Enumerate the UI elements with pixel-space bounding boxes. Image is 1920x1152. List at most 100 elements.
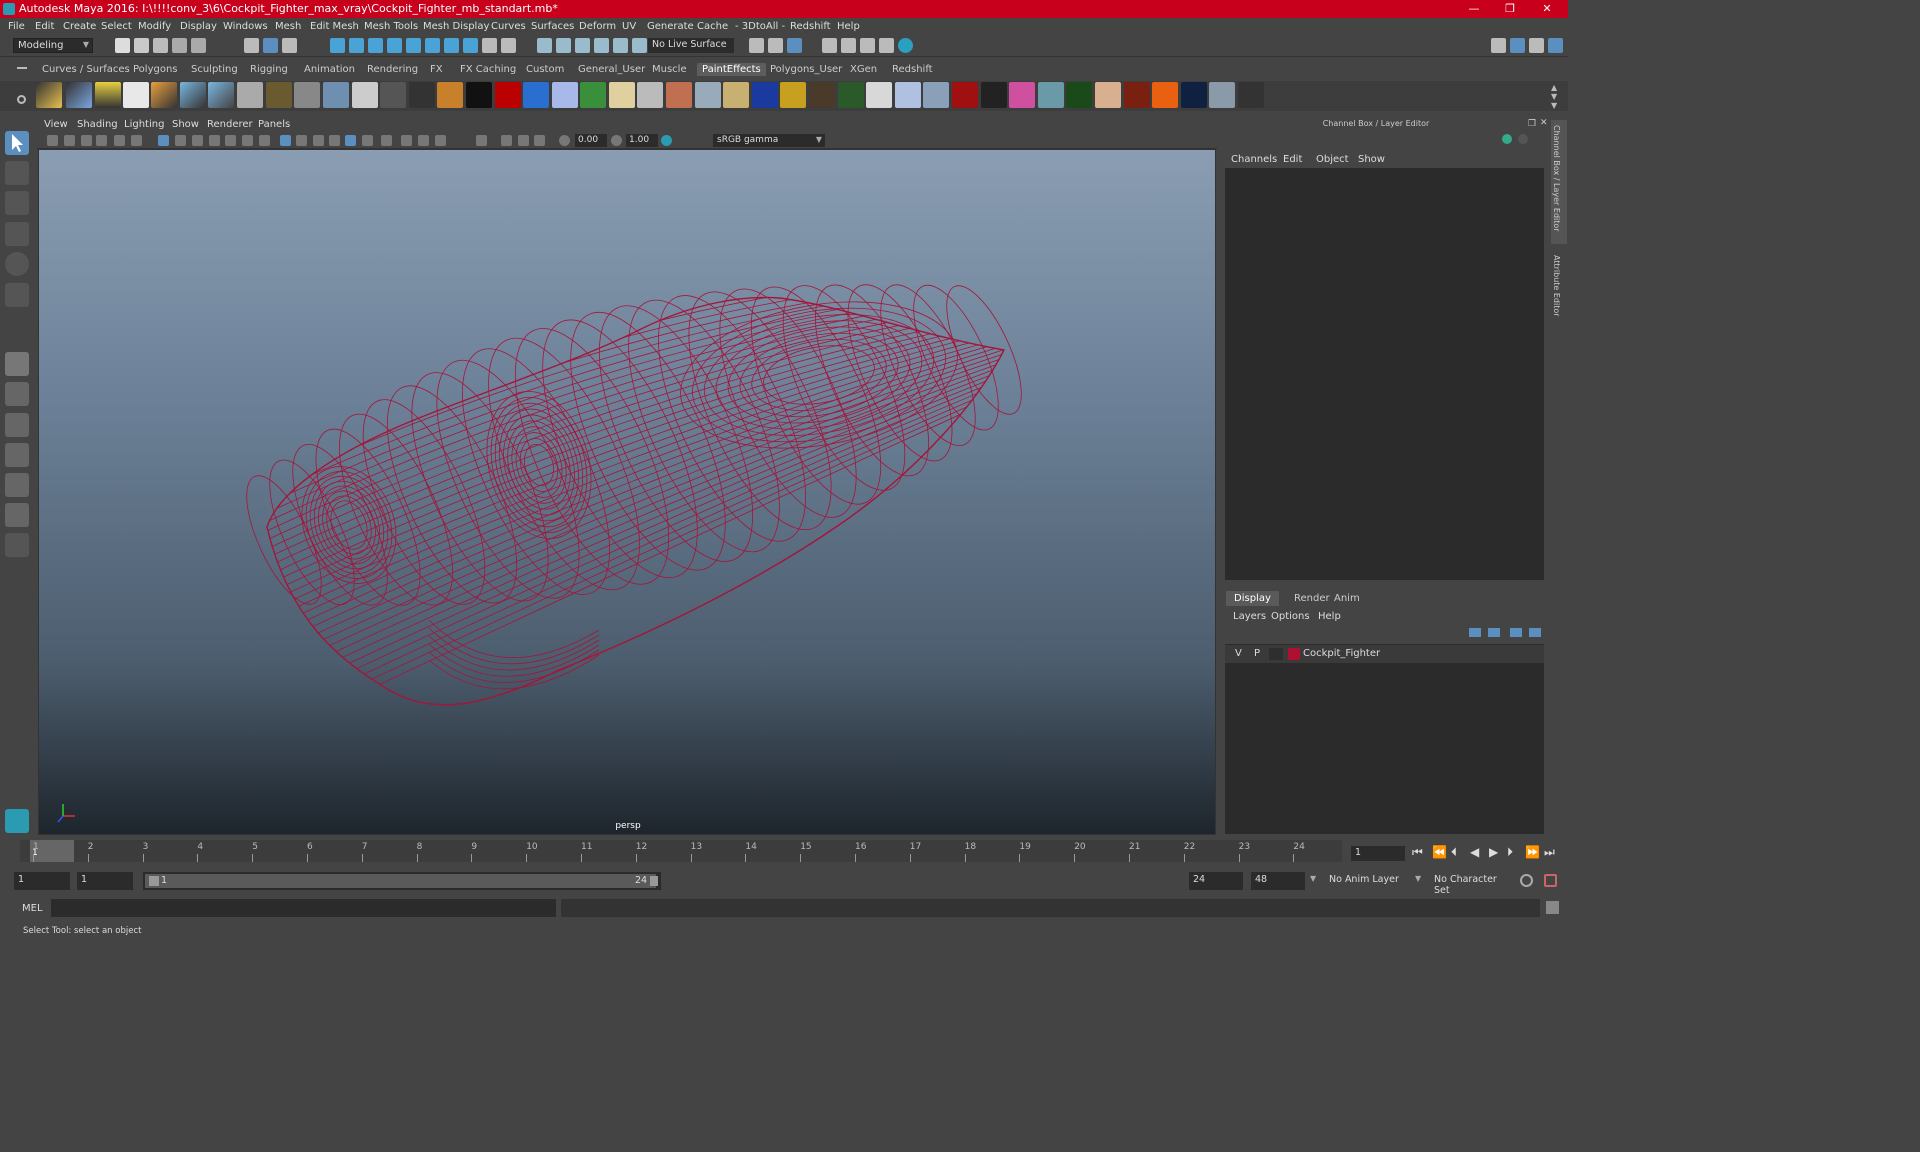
- color-space-dropdown[interactable]: sRGB gamma ▼: [713, 134, 825, 147]
- preset-clouds-icon[interactable]: [1209, 82, 1235, 108]
- grid-icon[interactable]: [158, 135, 169, 146]
- anim-prefs-icon[interactable]: [1544, 874, 1557, 887]
- shelf-tab-fx-caching[interactable]: FX Caching: [455, 63, 521, 76]
- snap-grid-icon[interactable]: [537, 38, 552, 53]
- shelf-tab-curves-surfaces[interactable]: Curves / Surfaces: [37, 63, 135, 76]
- vp-menu-lighting[interactable]: Lighting: [124, 119, 164, 130]
- marker-mask-icon[interactable]: [425, 38, 440, 53]
- new-layer-icon[interactable]: [1510, 628, 1522, 637]
- layer-name[interactable]: Cockpit_Fighter: [1303, 648, 1380, 659]
- shelf-scroll-icon[interactable]: ▲ ▼ ▼: [1551, 83, 1557, 110]
- wireframe-icon[interactable]: [280, 135, 291, 146]
- ambient-occlusion-icon[interactable]: [381, 135, 392, 146]
- vp-menu-view[interactable]: View: [44, 119, 68, 130]
- layer-playback-toggle[interactable]: P: [1254, 648, 1260, 659]
- lasso-tool-icon[interactable]: [5, 161, 29, 185]
- pick-mask-icon[interactable]: [330, 38, 345, 53]
- live-surface-field[interactable]: No Live Surface: [648, 38, 734, 53]
- render-settings-icon[interactable]: [860, 38, 875, 53]
- more-layouts-icon[interactable]: [5, 533, 29, 557]
- shadows-icon[interactable]: [362, 135, 373, 146]
- shelf-tab-rendering[interactable]: Rendering: [362, 63, 423, 76]
- wireframe-on-shaded-icon[interactable]: [313, 135, 324, 146]
- preset-noise-icon[interactable]: [637, 82, 663, 108]
- preset-blue-stroke-icon[interactable]: [523, 82, 549, 108]
- preset-ink-icon[interactable]: [466, 82, 492, 108]
- step-forward-key-icon[interactable]: ⏵: [1507, 845, 1513, 860]
- options-menu[interactable]: Options: [1271, 611, 1310, 622]
- highlight-icon[interactable]: [501, 38, 516, 53]
- image-plane-icon[interactable]: [96, 135, 107, 146]
- camera-attrs-icon[interactable]: [64, 135, 75, 146]
- float-panel-icon[interactable]: ❐: [1528, 119, 1536, 129]
- speed-icon[interactable]: [1518, 134, 1528, 144]
- new-scene-icon[interactable]: [115, 38, 130, 53]
- preset-texture-icon[interactable]: [266, 82, 292, 108]
- snap-curve-icon[interactable]: [556, 38, 571, 53]
- redo-icon[interactable]: [191, 38, 206, 53]
- anim-start-field[interactable]: 1: [14, 872, 70, 890]
- select-tool-icon[interactable]: [5, 131, 29, 155]
- menu-uv[interactable]: UV: [622, 21, 636, 32]
- paint-brush-4-icon[interactable]: [180, 82, 206, 108]
- menu-help[interactable]: Help: [837, 21, 860, 32]
- gamma-icon[interactable]: [611, 135, 622, 146]
- vp-menu-renderer[interactable]: Renderer: [207, 119, 253, 130]
- snap-magnet-icon[interactable]: [632, 38, 647, 53]
- close-panel-icon[interactable]: ✕: [1540, 118, 1548, 128]
- side-tab-channel-box[interactable]: Channel Box / Layer Editor: [1552, 125, 1561, 232]
- go-to-start-icon[interactable]: ⏮: [1412, 845, 1423, 860]
- preset-stars-icon[interactable]: [981, 82, 1007, 108]
- four-view-layout-icon[interactable]: [5, 382, 29, 406]
- shelf-tab-polygons[interactable]: Polygons: [128, 63, 183, 76]
- shelf-tab-animation[interactable]: Animation: [299, 63, 360, 76]
- preset-red-icon[interactable]: [495, 82, 521, 108]
- preset-hair-icon[interactable]: [409, 82, 435, 108]
- anim-end-field[interactable]: 48: [1251, 872, 1305, 890]
- menu-mesh-tools[interactable]: Mesh Tools: [364, 21, 418, 32]
- shelf-tab-painteffects[interactable]: PaintEffects: [697, 63, 766, 76]
- menu-edit[interactable]: Edit: [35, 21, 54, 32]
- wireframe-model[interactable]: [39, 150, 1216, 835]
- side-tab-attribute-editor[interactable]: Attribute Editor: [1552, 255, 1561, 317]
- preset-flower-icon[interactable]: [323, 82, 349, 108]
- paint-brush-icon[interactable]: [36, 82, 62, 108]
- play-backward-icon[interactable]: ◀: [1470, 845, 1479, 859]
- menu-surfaces[interactable]: Surfaces: [531, 21, 574, 32]
- preset-grass-icon[interactable]: [380, 82, 406, 108]
- layer-color-swatch[interactable]: [1288, 648, 1300, 660]
- joint-mask-icon[interactable]: [406, 38, 421, 53]
- layer-tab-anim[interactable]: Anim: [1326, 591, 1368, 606]
- template-brush-icon[interactable]: [123, 82, 149, 108]
- character-set-dropdown[interactable]: No Character Set ▼: [1415, 872, 1514, 896]
- menu-redshift[interactable]: Redshift: [790, 21, 831, 32]
- preset-hand-icon[interactable]: [1095, 82, 1121, 108]
- outliner-persp-layout-icon[interactable]: [5, 413, 29, 437]
- render-frame-icon[interactable]: [822, 38, 837, 53]
- shelf-tab-xgen[interactable]: XGen: [845, 63, 882, 76]
- construction-history-icon[interactable]: [768, 38, 783, 53]
- menu-generate[interactable]: Generate: [647, 21, 694, 32]
- hypershade-persp-layout-icon[interactable]: [5, 473, 29, 497]
- ipr-render-icon[interactable]: [841, 38, 856, 53]
- layers-menu[interactable]: Layers: [1233, 611, 1266, 622]
- select-by-object-icon[interactable]: [263, 38, 278, 53]
- preset-lightning-icon[interactable]: [1181, 82, 1207, 108]
- menu-edit-mesh[interactable]: Edit Mesh: [310, 21, 359, 32]
- paint-brush-2-icon[interactable]: [66, 82, 92, 108]
- rotate-tool-icon[interactable]: [5, 252, 29, 276]
- open-scene-icon[interactable]: [134, 38, 149, 53]
- preset-leather-icon[interactable]: [1124, 82, 1150, 108]
- misc-mask-icon[interactable]: [463, 38, 478, 53]
- preset-spiral-icon[interactable]: [780, 82, 806, 108]
- gamma-field[interactable]: 1.00: [626, 134, 658, 147]
- show-menu[interactable]: Show: [1358, 154, 1385, 165]
- snap-live-icon[interactable]: [613, 38, 628, 53]
- mel-label[interactable]: MEL: [22, 903, 43, 914]
- single-perspective-layout-icon[interactable]: [5, 352, 29, 376]
- move-layer-up-icon[interactable]: [1469, 628, 1481, 637]
- preset-cloud-icon[interactable]: [237, 82, 263, 108]
- preset-wood-icon[interactable]: [437, 82, 463, 108]
- channels-menu[interactable]: Channels: [1231, 154, 1277, 165]
- use-all-lights-icon[interactable]: [345, 135, 356, 146]
